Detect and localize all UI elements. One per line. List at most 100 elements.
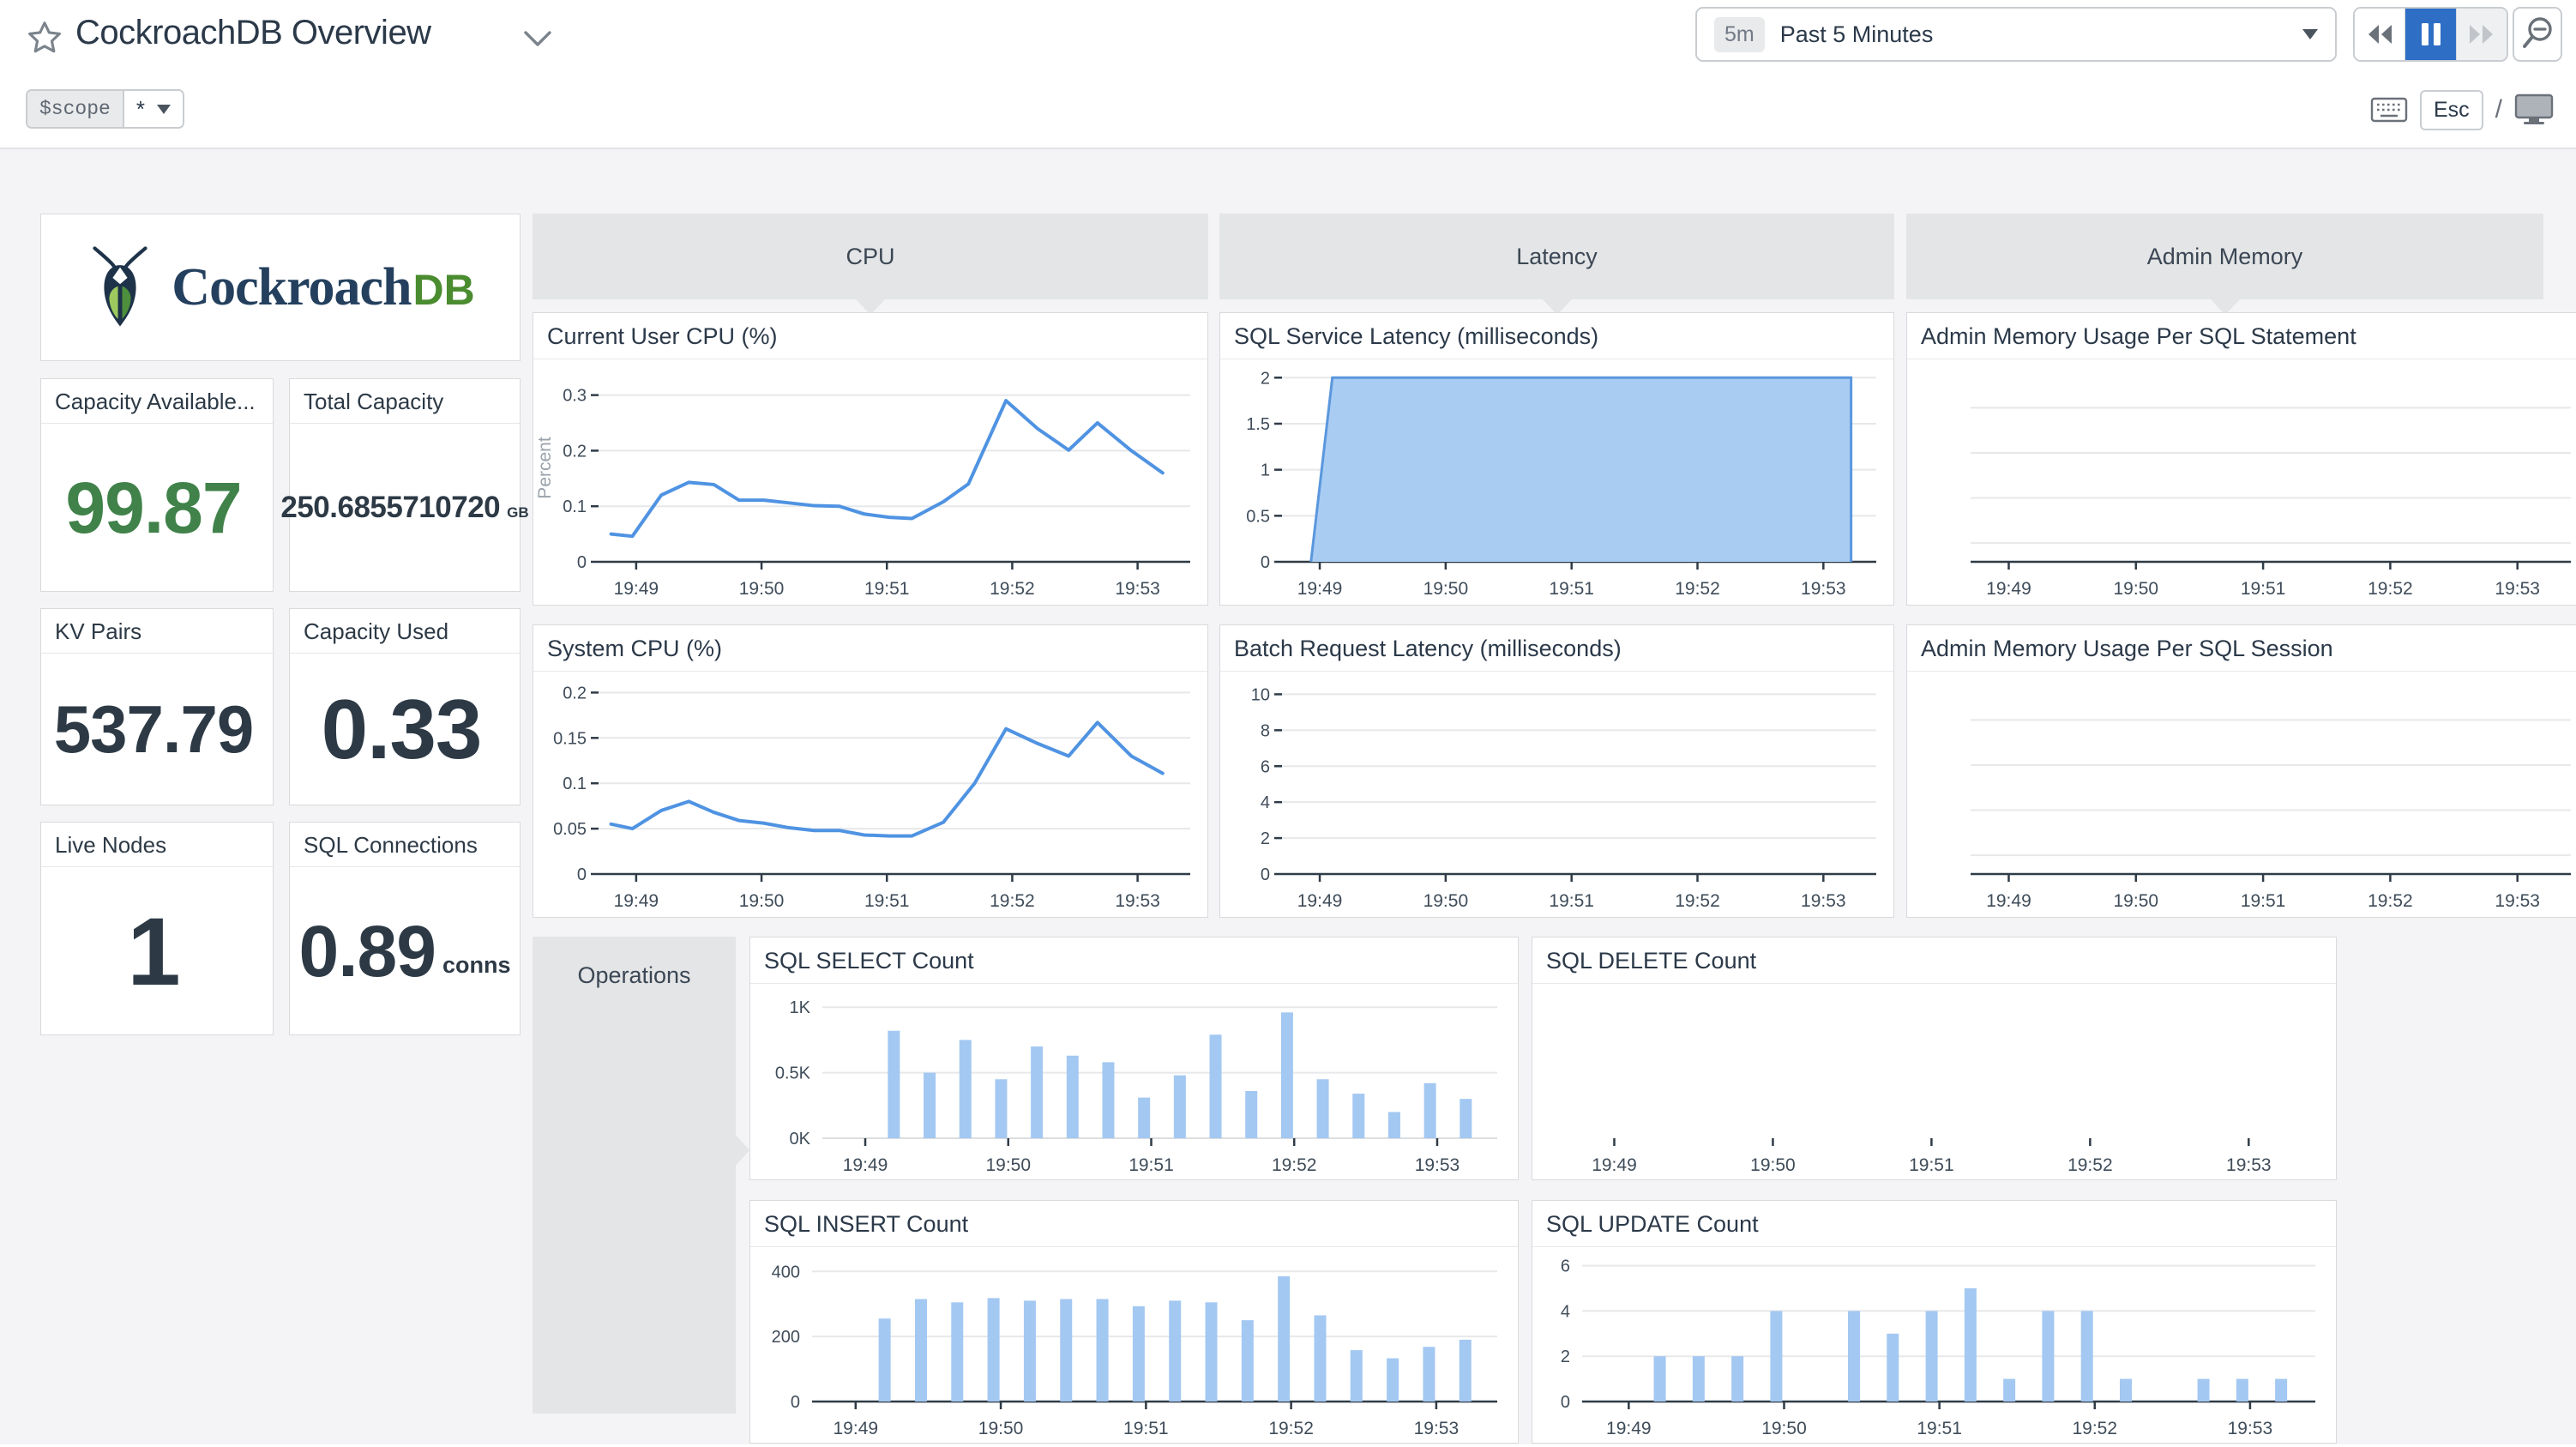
chart-plot-area[interactable]: 0K 0.5K 1K 19:49 19:50 19:51 19:52 19:53 [750,985,1518,1179]
svg-text:0: 0 [1261,865,1270,884]
rewind-button[interactable] [2355,9,2405,60]
svg-text:10: 10 [1251,685,1270,704]
stat-label: Capacity Used [290,609,520,654]
svg-text:19:52: 19:52 [990,891,1035,911]
chart-plot-area[interactable]: 19:49 19:50 19:51 19:52 19:53 [1532,985,2336,1179]
esc-key-button[interactable]: Esc [2419,89,2483,130]
svg-text:19:50: 19:50 [739,891,785,911]
svg-text:0.1: 0.1 [563,775,587,793]
svg-text:19:49: 19:49 [1986,579,2031,599]
stat-capacity-used[interactable]: Capacity Used 0.33 [289,608,521,805]
svg-text:19:50: 19:50 [739,579,785,599]
group-header-cpu[interactable]: CPU [533,214,1208,315]
chart-plot-area[interactable]: 0 2 4 6 19:49 19:50 19:51 19:52 19:53 [1532,1248,2336,1443]
svg-text:19:49: 19:49 [834,1419,879,1438]
svg-text:19:49: 19:49 [614,579,659,599]
svg-text:19:51: 19:51 [864,891,910,911]
stat-value: 0.33 [321,682,483,776]
chart-title: Admin Memory Usage Per SQL Statement [1907,313,2576,359]
svg-text:19:50: 19:50 [1750,1155,1796,1175]
stat-suffix: conns [442,951,511,978]
svg-text:19:53: 19:53 [1115,891,1160,911]
stat-kv-pairs[interactable]: KV Pairs 537.79 [40,608,274,805]
dashboard-canvas: CockroachDB Capacity Available... 99.87 … [0,149,2576,1444]
logo-brand-text: Cockroach [172,257,412,317]
group-header-latency[interactable]: Latency [1219,214,1894,315]
stat-label: KV Pairs [41,609,273,654]
svg-text:4: 4 [1261,793,1270,812]
svg-text:0: 0 [1561,1393,1570,1412]
svg-text:19:50: 19:50 [1423,579,1469,599]
stat-sql-connections[interactable]: SQL Connections 0.89 conns [289,822,521,1035]
svg-text:0K: 0K [790,1130,811,1149]
svg-text:6: 6 [1261,757,1270,776]
svg-text:19:53: 19:53 [1115,579,1160,599]
stat-value: 537.79 [53,691,255,767]
chart-plot-area[interactable]: 0 2 4 6 8 10 19:49 19:50 19:51 19:52 19:53 [1220,672,1893,917]
time-range-badge: 5m [1714,16,1765,52]
stat-total-capacity[interactable]: Total Capacity 250.6855710720 GB [280,378,529,592]
svg-text:2: 2 [1261,369,1270,388]
stat-label: Capacity Available... [41,379,273,424]
svg-text:19:53: 19:53 [2495,579,2540,599]
pause-button[interactable] [2405,9,2456,60]
svg-text:19:50: 19:50 [2114,579,2159,599]
zoom-out-button[interactable] [2513,7,2562,62]
svg-text:19:52: 19:52 [2067,1155,2113,1175]
zoom-out-magnifier-icon [2523,17,2552,48]
svg-text:6: 6 [1561,1257,1570,1276]
group-header-operations[interactable]: Operations [533,937,749,1414]
time-range-label: Past 5 Minutes [1779,21,1934,47]
stat-capacity-available[interactable]: Capacity Available... 99.87 [40,378,274,592]
svg-text:19:50: 19:50 [2114,891,2159,911]
chart-plot-area[interactable]: 0 200 400 19:49 19:50 19:51 19:52 19:53 [750,1248,1518,1443]
chart-plot-area[interactable]: 19:49 19:50 19:51 19:52 19:53 [1907,360,2576,605]
time-range-caret-icon [2302,29,2318,39]
rewind-icon [2368,25,2392,44]
group-header-admin-memory[interactable]: Admin Memory [1906,214,2543,315]
stat-live-nodes[interactable]: Live Nodes 1 [40,822,274,1035]
chart-sql-update-count: SQL UPDATE Count 0 2 4 6 19:49 19:50 19:51 19:5… [1532,1200,2337,1444]
fast-forward-button[interactable] [2456,9,2507,60]
chart-plot-area[interactable]: 0 0.05 0.1 0.15 0.2 19:49 19:50 19:51 19:52 19:53 [533,672,1207,917]
svg-text:400: 400 [772,1263,800,1281]
svg-text:19:49: 19:49 [1606,1419,1652,1438]
chart-sql-service-latency: SQL Service Latency (milliseconds) 0 0.5 1… [1219,312,1894,606]
group-label: Operations [577,962,691,988]
svg-text:0.5: 0.5 [1246,507,1270,526]
favorite-star-icon[interactable] [26,19,63,57]
svg-text:19:53: 19:53 [1801,891,1846,911]
svg-text:19:52: 19:52 [1675,579,1720,599]
svg-text:1.5: 1.5 [1246,415,1270,434]
svg-text:0.2: 0.2 [563,684,587,702]
chart-plot-area[interactable]: 0 0.1 0.2 0.3 19:49 19:50 19:51 19:52 19:53 Perce… [533,360,1207,605]
svg-text:19:53: 19:53 [2226,1155,2272,1175]
scope-variable-value: * [123,91,183,127]
svg-text:0.3: 0.3 [563,387,587,406]
svg-text:19:53: 19:53 [2228,1419,2273,1438]
logo-brand-suffix: DB [412,265,475,314]
chart-sql-insert-count: SQL INSERT Count 0 200 400 19:49 19:50 19:51 1… [749,1200,1519,1444]
svg-text:19:50: 19:50 [1761,1419,1807,1438]
group-label: Latency [1516,243,1598,269]
template-variable-scope[interactable]: $scope * [26,89,184,129]
svg-text:19:52: 19:52 [990,579,1035,599]
svg-text:19:51: 19:51 [1549,891,1594,911]
title-chevron-down-icon[interactable] [523,29,552,48]
svg-text:0: 0 [577,865,587,884]
svg-text:19:50: 19:50 [985,1155,1031,1175]
chart-plot-area[interactable]: 19:49 19:50 19:51 19:52 19:53 [1907,672,2576,917]
svg-text:19:50: 19:50 [1423,891,1469,911]
svg-text:19:49: 19:49 [614,891,659,911]
svg-text:0: 0 [791,1393,800,1412]
chart-title: SQL UPDATE Count [1532,1201,2336,1247]
chart-plot-area[interactable]: 0 0.5 1 1.5 2 19:49 19:50 19:51 19:52 19:53 [1220,360,1893,605]
svg-text:0.5K: 0.5K [775,1064,811,1083]
time-range-picker[interactable]: 5m Past 5 Minutes [1695,7,2337,62]
svg-text:200: 200 [772,1328,800,1347]
fullscreen-monitor-icon[interactable] [2514,93,2554,126]
keyboard-icon[interactable] [2370,96,2408,124]
svg-text:19:50: 19:50 [978,1419,1024,1438]
stat-label: Live Nodes [41,823,273,867]
scope-variable-name: $scope [27,91,124,127]
